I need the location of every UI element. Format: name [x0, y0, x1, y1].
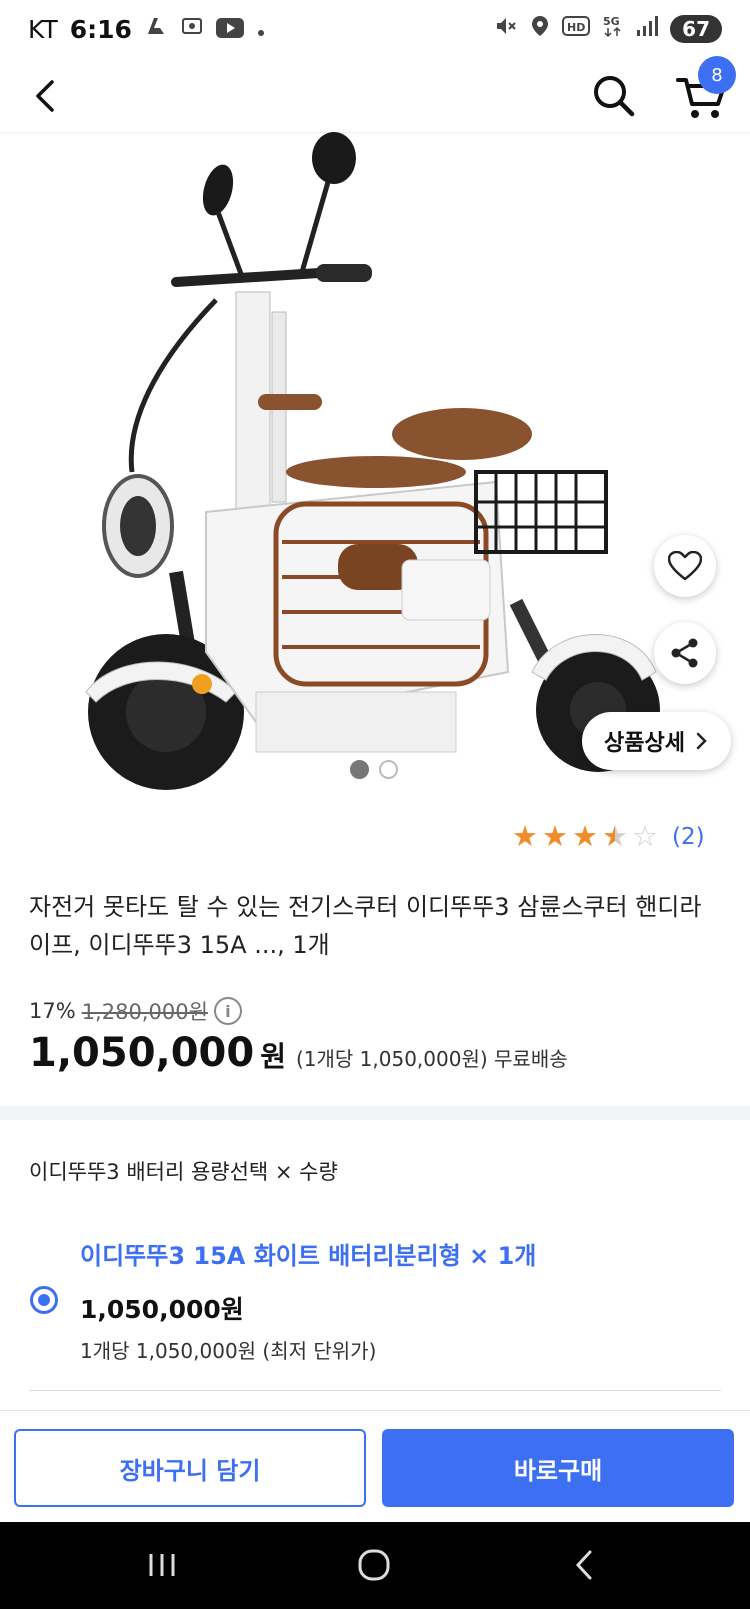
info-icon[interactable]: i: [213, 997, 242, 1025]
buy-now-button[interactable]: 바로구매: [382, 1429, 734, 1507]
rating-count[interactable]: (2): [672, 824, 705, 850]
star-half-icon: ★: [602, 819, 628, 853]
mute-icon: [494, 14, 518, 43]
option-section-label: 이디뚜뚜3 배터리 용량선택 × 수량: [29, 1160, 338, 1184]
svg-text:HD: HD: [567, 21, 585, 34]
divider: [29, 1390, 721, 1391]
product-detail-label: 상품상세: [604, 731, 685, 756]
price-final-row: 1,050,000 원 (1개당 1,050,000원) 무료배송: [29, 1030, 568, 1076]
pagination-dot-active[interactable]: [350, 760, 369, 779]
data-saver-icon: [144, 14, 168, 44]
star-full-icon: ★: [572, 819, 598, 853]
share-icon: [671, 638, 698, 668]
final-price: 1,050,000: [29, 1030, 255, 1076]
clock: 6:16: [69, 14, 132, 44]
share-button[interactable]: [654, 622, 716, 684]
system-navigation-bar: [0, 1522, 750, 1609]
recent-apps-button[interactable]: [132, 1540, 192, 1590]
screenshot-icon: [180, 14, 204, 44]
search-icon: [594, 76, 635, 117]
rating[interactable]: ★ ★ ★ ★ ☆ (2): [512, 822, 705, 851]
hd-icon: HD: [562, 16, 591, 41]
currency-unit: 원: [260, 1040, 286, 1073]
dot-icon: [256, 15, 266, 44]
carrier-label: KT: [28, 14, 58, 44]
youtube-icon: [215, 15, 244, 44]
5g-icon: 5G: [602, 14, 624, 43]
location-icon: [530, 14, 550, 43]
heart-icon: [668, 551, 702, 581]
back-button[interactable]: [24, 72, 72, 120]
add-to-cart-button[interactable]: 장바구니 담기: [14, 1429, 366, 1507]
product-detail-button[interactable]: 상품상세: [582, 712, 731, 770]
wishlist-button[interactable]: [654, 535, 716, 597]
product-image[interactable]: [76, 132, 676, 792]
battery-indicator: 67: [670, 14, 722, 43]
star-empty-icon: ☆: [632, 819, 658, 853]
chevron-left-icon: [36, 80, 54, 112]
svg-text:5G: 5G: [603, 15, 620, 28]
home-button[interactable]: [344, 1540, 404, 1590]
option-radio-selected[interactable]: [30, 1286, 58, 1314]
signal-icon: [636, 15, 659, 42]
option-name[interactable]: 이디뚜뚜3 15A 화이트 배터리분리형 × 1개: [80, 1236, 536, 1271]
section-divider: [0, 1106, 750, 1120]
chevron-right-icon: [696, 732, 707, 750]
discount-rate: 17%: [29, 999, 76, 1023]
status-bar: KT 6:16 HD 5G 67: [0, 0, 750, 64]
recent-apps-icon: [149, 1554, 175, 1576]
pagination-dot[interactable]: [379, 760, 398, 779]
price-discount-row: 17% 1,280,000원 i: [29, 996, 242, 1026]
scooter-illustration: [85, 132, 660, 790]
unit-price-shipping: (1개당 1,050,000원) 무료배송: [295, 1047, 568, 1071]
option-unit-price: 1개당 1,050,000원 (최저 단위가): [80, 1339, 377, 1363]
option-price: 1,050,000원: [80, 1295, 244, 1324]
star-full-icon: ★: [542, 819, 568, 853]
cart-count-badge: 8: [698, 56, 736, 94]
original-price: 1,280,000원: [81, 1000, 208, 1024]
gallery-pagination: [350, 760, 398, 779]
product-title: 자전거 못타도 탈 수 있는 전기스쿠터 이디뚜뚜3 삼륜스쿠터 핸디라이프, …: [29, 893, 702, 959]
bottom-action-bar: 장바구니 담기 바로구매: [0, 1410, 750, 1523]
home-icon: [358, 1549, 390, 1581]
back-arrow-icon: [575, 1550, 592, 1580]
top-navigation: 8: [0, 56, 750, 133]
system-back-button[interactable]: [554, 1540, 614, 1590]
search-button[interactable]: [588, 70, 640, 122]
star-full-icon: ★: [512, 819, 538, 853]
